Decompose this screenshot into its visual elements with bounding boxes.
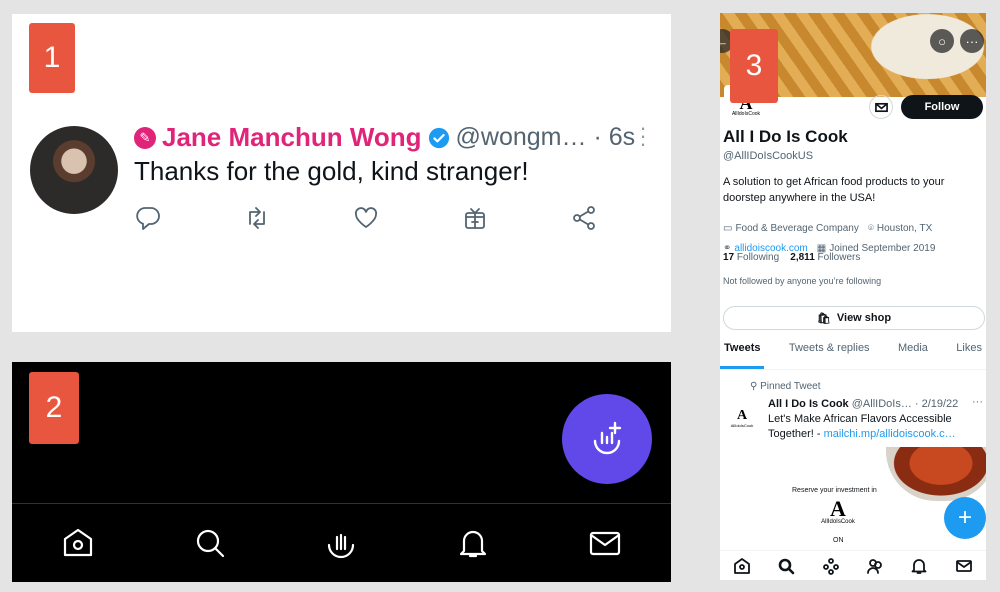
gift-icon[interactable] <box>461 204 489 232</box>
tweet-link[interactable]: mailchi.mp/allidoiscook.c… <box>824 428 956 440</box>
retweet-icon[interactable] <box>243 204 271 232</box>
spaces-fab-button[interactable] <box>562 394 652 484</box>
tweet-text: Let's Make African Flavors Accessible To… <box>768 413 956 440</box>
media-on-text: ON <box>833 537 844 544</box>
verified-icon <box>428 127 449 148</box>
spaces-icon[interactable] <box>822 557 840 575</box>
tab-tweets-replies[interactable]: Tweets & replies <box>785 342 874 368</box>
tweet-avatar[interactable]: A AllIdoIsCook <box>728 409 756 433</box>
bottom-nav <box>12 504 671 582</box>
message-button[interactable] <box>869 95 893 119</box>
display-name[interactable]: Jane Manchun Wong <box>162 122 422 153</box>
tweet-header: All I Do Is Cook @AllIDoIs… · 2/19/22 <box>768 398 958 410</box>
search-icon[interactable] <box>777 557 795 575</box>
search-icon[interactable] <box>192 525 228 561</box>
tweet-meta: @AllIDoIs… · 2/19/22 <box>851 398 959 410</box>
not-followed-note: Not followed by anyone you’re following <box>723 276 882 286</box>
media-logo: A AllIdoIsCook <box>821 496 855 526</box>
briefcase-icon: ▭ <box>723 223 733 234</box>
location-icon: ⌾ <box>867 223 874 234</box>
notifications-icon[interactable] <box>455 525 491 561</box>
profile-category: Food & Beverage Company <box>735 223 859 234</box>
more-options-icon[interactable]: · · · <box>638 117 648 155</box>
follow-counts: 17 Following 2,811 Followers <box>723 252 860 263</box>
messages-icon[interactable] <box>587 525 623 561</box>
like-icon[interactable] <box>352 204 380 232</box>
tweet-header: ✎ Jane Manchun Wong @wongm… · 6s <box>134 122 635 153</box>
spaces-icon[interactable] <box>323 525 359 561</box>
panel-badge: 2 <box>29 372 79 444</box>
envelope-icon <box>874 102 888 112</box>
media-caption: Reserve your investment in <box>792 487 877 494</box>
panel-profile: ← ○ ··· 3 A AllIdoIsCook Follow All I Do … <box>720 13 986 580</box>
view-shop-button[interactable]: 🛍︎ View shop <box>723 306 985 330</box>
view-shop-label: View shop <box>836 312 892 324</box>
reply-icon[interactable] <box>134 204 162 232</box>
tweet-actions <box>134 204 671 232</box>
follow-button[interactable]: Follow <box>901 95 983 119</box>
home-icon[interactable] <box>60 525 96 561</box>
followers-count[interactable]: 2,811 <box>790 252 814 263</box>
messages-icon[interactable] <box>955 557 973 575</box>
home-icon[interactable] <box>733 557 751 575</box>
compose-tweet-button[interactable]: + <box>944 497 986 539</box>
profile-meta-row: ▭ Food & Beverage Company ⌾ Houston, TX <box>723 223 932 234</box>
share-icon[interactable] <box>570 204 598 232</box>
spaces-add-icon <box>593 421 622 455</box>
profile-bio: A solution to get African food products … <box>723 176 945 204</box>
tweet-text: Thanks for the gold, kind stranger! <box>134 156 529 186</box>
profile-location: Houston, TX <box>876 223 933 234</box>
panel-badge: 3 <box>730 29 778 103</box>
communities-icon[interactable] <box>866 557 884 575</box>
tab-tweets[interactable]: Tweets <box>720 342 765 369</box>
tab-likes[interactable]: Likes <box>952 342 986 368</box>
divider <box>720 369 986 370</box>
profile-name: All I Do Is Cook <box>723 127 848 146</box>
avatar[interactable] <box>30 126 118 214</box>
tweet-author[interactable]: All I Do Is Cook <box>768 398 849 410</box>
profile-tabs: Tweets Tweets & replies Media Likes <box>720 342 986 369</box>
more-icon[interactable]: ··· <box>972 396 983 408</box>
following-label[interactable]: Following <box>737 252 779 263</box>
search-icon[interactable]: ○ <box>930 29 954 53</box>
bottom-nav <box>720 550 986 580</box>
tab-media[interactable]: Media <box>894 342 932 368</box>
following-count[interactable]: 17 <box>723 252 734 263</box>
panel-badge: 1 <box>29 23 75 93</box>
food-image <box>886 447 986 501</box>
handle-and-time: @wongm… · 6s <box>455 123 636 151</box>
followers-label[interactable]: Followers <box>818 252 861 263</box>
pinned-label: ⚲ Pinned Tweet <box>750 381 821 392</box>
panel-spaces-fab: 2 <box>12 362 671 582</box>
shopping-bag-icon: 🛍︎ <box>816 312 831 325</box>
pin-icon: ⚲ <box>750 381 758 392</box>
panel-tweet: 1 ✎ Jane Manchun Wong @wongm… · 6s · · · T… <box>12 14 671 332</box>
more-icon[interactable]: ··· <box>960 29 984 53</box>
pencil-icon: ✎ <box>134 126 156 149</box>
notifications-icon[interactable] <box>910 557 928 575</box>
profile-handle: @AllIDoIsCookUS <box>723 150 814 162</box>
